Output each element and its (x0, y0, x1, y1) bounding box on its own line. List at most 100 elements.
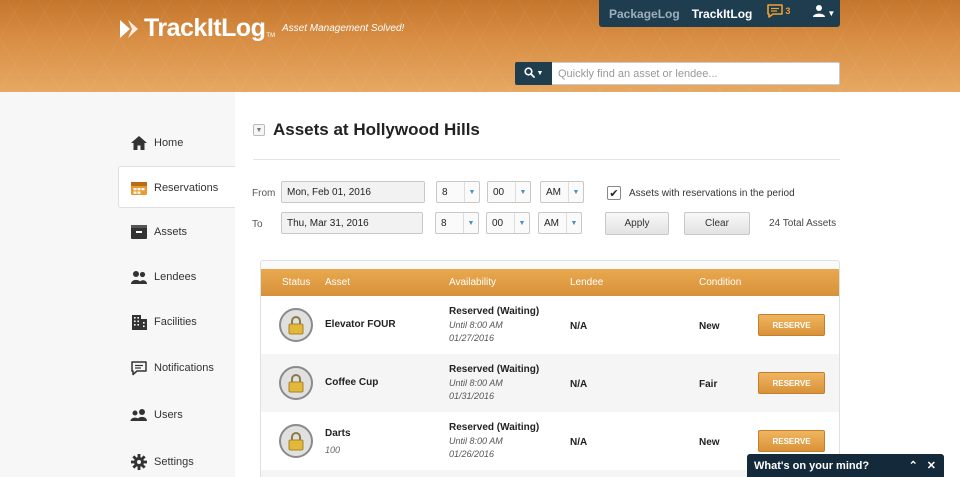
reservations-period-checkbox[interactable]: ✔ (607, 186, 621, 200)
condition-cell: New (699, 321, 720, 332)
select-value: AM (546, 186, 561, 198)
sidebar-item-label: Notifications (154, 362, 214, 374)
sidebar-item-label: Home (154, 137, 184, 149)
column-header-lendee[interactable]: Lendee (570, 277, 603, 288)
building-icon (130, 313, 148, 331)
column-header-asset[interactable]: Asset (325, 277, 350, 288)
availability-status: Reserved (Waiting) (449, 306, 540, 317)
sidebar-item-label: Lendees (154, 271, 197, 283)
select-value: 00 (492, 217, 504, 229)
sidebar-item-label: Settings (154, 456, 194, 468)
page-header: ▼ Assets at Hollywood Hills (253, 120, 480, 140)
availability-until: Until 8:00 AM (449, 378, 503, 388)
from-date-field[interactable]: Mon, Feb 01, 2016 (281, 181, 425, 203)
lendee-cell: N/A (570, 321, 588, 332)
search-input[interactable] (552, 62, 840, 85)
select-value: 00 (493, 186, 505, 198)
logo-arrow-icon (118, 17, 142, 41)
box-icon (130, 223, 148, 241)
reserve-button[interactable]: RESERVE (758, 314, 825, 336)
gear-icon (130, 453, 148, 471)
chevron-down-icon: ▼ (463, 213, 478, 233)
sidebar-item-lendees[interactable]: Lendees (130, 268, 196, 286)
availability-cell: Reserved (Waiting) Until 8:00 AM 01/26/2… (449, 421, 539, 461)
chat-widget-controls: ⌃ ✕ (909, 459, 936, 472)
sidebar-item-label: Facilities (154, 316, 197, 328)
column-header-availability[interactable]: Availability (449, 277, 496, 288)
table-row[interactable]: Coffee Cup Reserved (Waiting) Until 8:00… (261, 354, 839, 412)
select-value: AM (544, 217, 559, 229)
brand-logo[interactable]: TrackItLog TM (118, 14, 275, 43)
availability-until: Until 8:00 AM (449, 436, 503, 446)
top-nav: PackageLog TrackItLog 3 ▼ (599, 0, 840, 27)
asset-name: Darts (325, 428, 351, 439)
availability-status: Reserved (Waiting) (449, 364, 540, 375)
chat-icon (130, 359, 148, 377)
availability-date: 01/31/2016 (449, 391, 495, 401)
global-search: ▼ (515, 62, 840, 85)
from-hour-select[interactable]: 8 ▼ (436, 181, 480, 203)
select-value: 8 (441, 217, 447, 229)
checkbox-label: Assets with reservations in the period (629, 188, 795, 199)
table-header: Status Asset Availability Lendee Conditi… (261, 269, 839, 296)
search-scope-button[interactable]: ▼ (515, 62, 552, 85)
reserve-button[interactable]: RESERVE (758, 372, 825, 394)
asset-name: Coffee Cup (325, 377, 379, 388)
user-icon (812, 4, 826, 23)
to-hour-select[interactable]: 8 ▼ (435, 212, 479, 234)
nav-packagelog[interactable]: PackageLog (609, 7, 680, 21)
clear-button[interactable]: Clear (684, 212, 750, 235)
lendee-cell: N/A (570, 379, 588, 390)
table-row[interactable]: Elevator FOUR Reserved (Waiting) Until 8… (261, 296, 839, 354)
search-icon (523, 65, 535, 83)
to-date-field[interactable]: Thu, Mar 31, 2016 (281, 212, 423, 234)
sidebar-item-reservations[interactable]: Reservations (130, 179, 218, 197)
availability-status: Reserved (Waiting) (449, 422, 540, 433)
sidebar-item-label: Reservations (154, 182, 219, 194)
sidebar-item-assets[interactable]: Assets (130, 223, 187, 241)
sidebar-item-users[interactable]: Users (130, 406, 183, 424)
chevron-down-icon: ▼ (536, 70, 544, 77)
sidebar-item-label: Assets (154, 226, 188, 238)
availability-cell: Reserved (Waiting) Until 8:00 AM 01/31/2… (449, 363, 539, 403)
sidebar-item-facilities[interactable]: Facilities (130, 313, 197, 331)
chat-bubble-icon (766, 3, 784, 24)
from-ampm-select[interactable]: AM ▼ (540, 181, 584, 203)
home-icon (130, 134, 148, 152)
lock-icon (279, 424, 313, 458)
nav-trackitlog[interactable]: TrackItLog (692, 7, 753, 21)
sidebar-item-settings[interactable]: Settings (130, 453, 194, 471)
sidebar-item-home[interactable]: Home (130, 134, 183, 152)
asset-number: 100 (325, 445, 341, 455)
user-menu-button[interactable]: ▼ (812, 4, 835, 23)
chevron-down-icon: ▼ (515, 182, 530, 202)
brand-trademark: TM (266, 32, 276, 39)
messages-button[interactable]: 3 (766, 3, 790, 24)
close-icon[interactable]: ✕ (927, 459, 936, 472)
to-minute-select[interactable]: 00 ▼ (486, 212, 530, 234)
lock-icon (279, 366, 313, 400)
column-header-condition[interactable]: Condition (699, 277, 741, 288)
feedback-chat-widget[interactable]: What's on your mind? ⌃ ✕ (747, 454, 944, 477)
from-minute-select[interactable]: 00 ▼ (487, 181, 531, 203)
to-ampm-select[interactable]: AM ▼ (538, 212, 582, 234)
calendar-icon (130, 179, 148, 197)
column-header-status[interactable]: Status (282, 277, 310, 288)
brand-tagline: Asset Management Solved! (282, 23, 405, 34)
assets-table: Status Asset Availability Lendee Conditi… (260, 260, 840, 477)
asset-name: Elevator FOUR (325, 319, 396, 330)
chevron-up-icon[interactable]: ⌃ (909, 459, 918, 472)
select-value: 8 (442, 186, 448, 198)
availability-until: Until 8:00 AM (449, 320, 503, 330)
to-label: To (252, 219, 263, 230)
collapse-toggle-icon[interactable]: ▼ (253, 124, 265, 136)
reserve-button[interactable]: RESERVE (758, 430, 825, 452)
apply-button[interactable]: Apply (605, 212, 669, 235)
chevron-down-icon: ▼ (827, 9, 836, 18)
lock-icon (279, 308, 313, 342)
sidebar: Home Reservations Assets Lendees Facilit… (0, 92, 235, 477)
people-icon (130, 268, 148, 286)
availability-date: 01/26/2016 (449, 449, 495, 459)
sidebar-item-notifications[interactable]: Notifications (130, 359, 214, 377)
app-header: TrackItLog TM Asset Management Solved! P… (0, 0, 960, 92)
